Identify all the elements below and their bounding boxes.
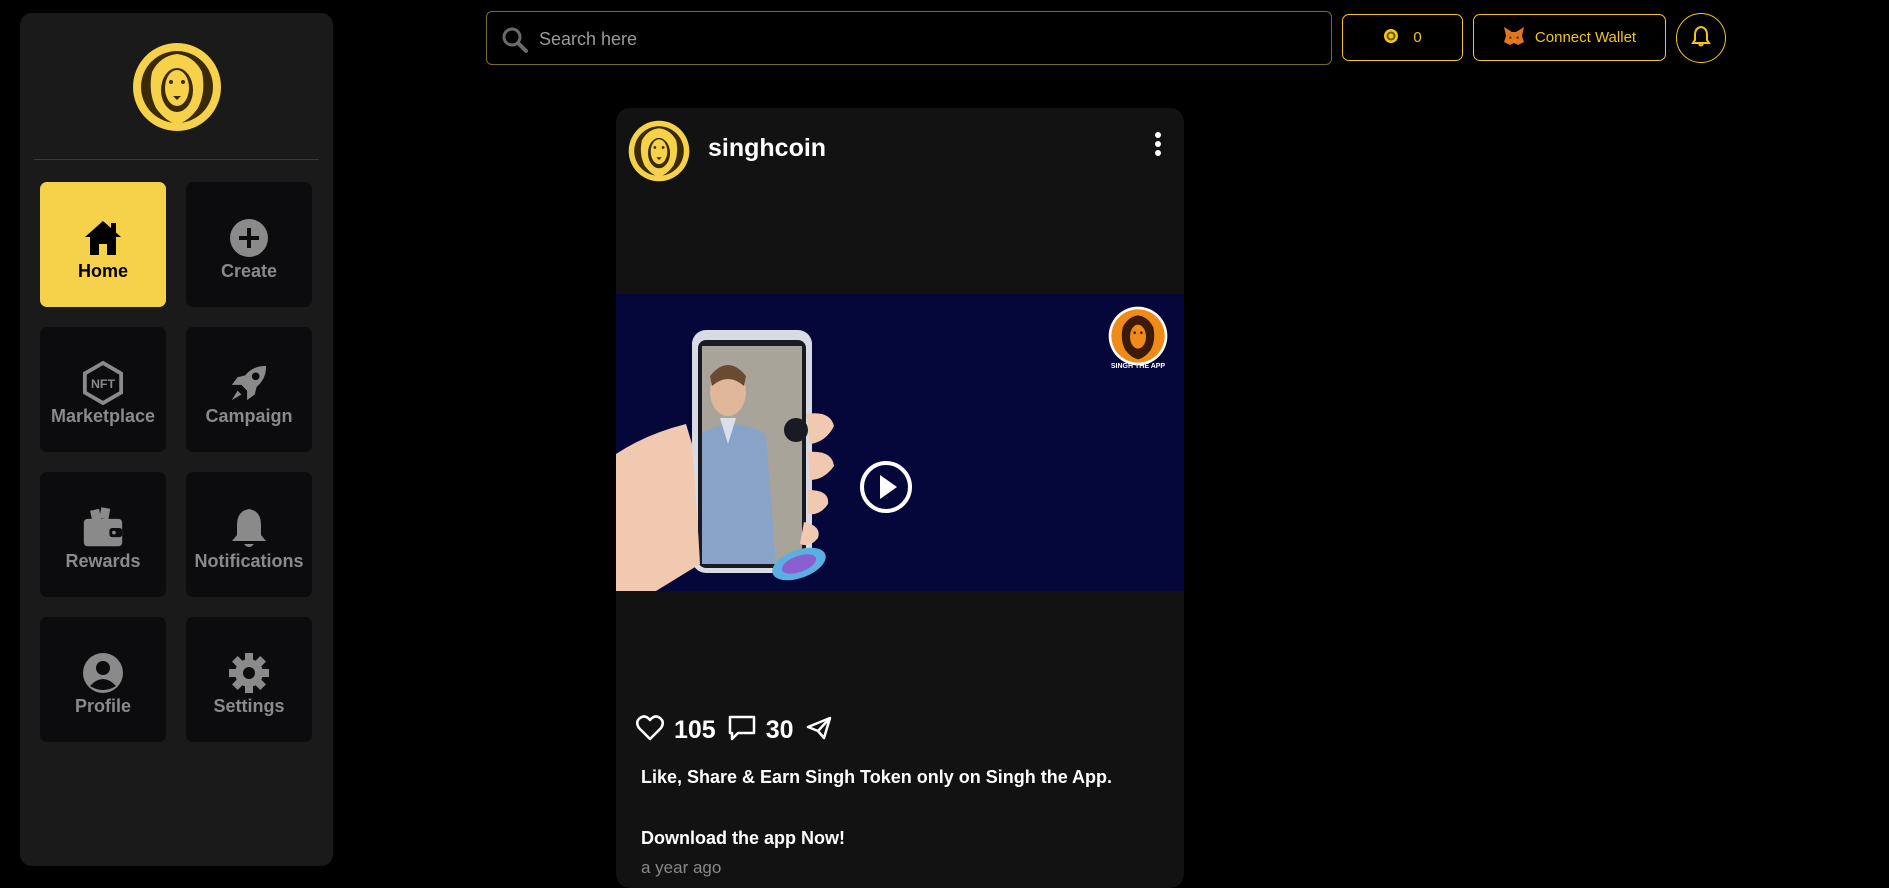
wallet-icon — [82, 507, 124, 549]
avatar[interactable] — [628, 120, 690, 182]
coin-balance: 0 — [1413, 29, 1422, 46]
singh-app-brand-text: SINGH THE APP — [1110, 363, 1166, 370]
search-icon — [501, 26, 529, 54]
nav-grid: Home Create NFT Marketplace Campaign Rew… — [40, 182, 312, 742]
more-options-icon[interactable] — [1152, 130, 1164, 158]
plus-circle-icon — [228, 217, 270, 259]
home-icon — [82, 217, 124, 259]
sidebar-item-notifications[interactable]: Notifications — [186, 472, 312, 597]
rocket-icon — [228, 362, 270, 404]
post-username[interactable]: singhcoin — [708, 134, 826, 163]
post-actions: 105 30 — [636, 712, 832, 748]
sidebar-item-profile[interactable]: Profile — [40, 617, 166, 742]
singh-app-logo — [1108, 306, 1168, 366]
sidebar-item-label: Marketplace — [50, 406, 156, 426]
post-card: singhcoin SINGH THE APP 105 30 Like, Sha… — [616, 108, 1184, 888]
post-video[interactable]: SINGH THE APP — [616, 294, 1184, 591]
video-thumbnail — [616, 330, 834, 591]
user-circle-icon — [82, 652, 124, 694]
sidebar-item-label: Settings — [213, 696, 285, 716]
connect-wallet-button[interactable]: Connect Wallet — [1473, 14, 1666, 61]
share-icon[interactable] — [806, 716, 832, 745]
like-count: 105 — [674, 715, 716, 744]
sidebar-item-label: Campaign — [205, 406, 293, 426]
notifications-button[interactable] — [1676, 13, 1726, 63]
post-caption-cta: Download the app Now! — [641, 828, 845, 848]
post-timestamp: a year ago — [641, 858, 722, 877]
bell-icon — [1691, 25, 1711, 52]
heart-icon[interactable] — [636, 714, 664, 746]
nft-hexagon-icon: NFT — [82, 360, 124, 406]
sidebar-item-marketplace[interactable]: NFT Marketplace — [40, 327, 166, 452]
sidebar: Home Create NFT Marketplace Campaign Rew… — [20, 13, 333, 866]
search-input[interactable] — [537, 20, 1321, 58]
connect-wallet-label: Connect Wallet — [1534, 29, 1637, 46]
sidebar-item-settings[interactable]: Settings — [186, 617, 312, 742]
sidebar-item-label: Profile — [74, 696, 131, 716]
sidebar-item-campaign[interactable]: Campaign — [186, 327, 312, 452]
sidebar-item-label: Create — [220, 261, 278, 281]
post-caption: Like, Share & Earn Singh Token only on S… — [641, 767, 1113, 787]
sidebar-item-label: Home — [77, 261, 128, 281]
lion-logo-icon[interactable] — [132, 42, 222, 132]
sidebar-item-label: Rewards — [65, 551, 141, 571]
coin-icon — [1383, 28, 1399, 48]
comment-icon[interactable] — [728, 715, 756, 746]
gear-icon — [228, 652, 270, 694]
sidebar-item-home[interactable]: Home — [40, 182, 166, 307]
coin-balance-button[interactable]: 0 — [1342, 14, 1463, 61]
metamask-fox-icon — [1503, 26, 1525, 50]
svg-text:NFT: NFT — [91, 377, 116, 391]
sidebar-item-create[interactable]: Create — [186, 182, 312, 307]
play-icon[interactable] — [859, 460, 913, 514]
search-bar — [486, 11, 1332, 65]
sidebar-item-rewards[interactable]: Rewards — [40, 472, 166, 597]
bell-icon — [228, 507, 270, 549]
sidebar-item-label: Notifications — [194, 551, 304, 571]
sidebar-divider — [34, 159, 319, 160]
comment-count: 30 — [765, 715, 794, 744]
